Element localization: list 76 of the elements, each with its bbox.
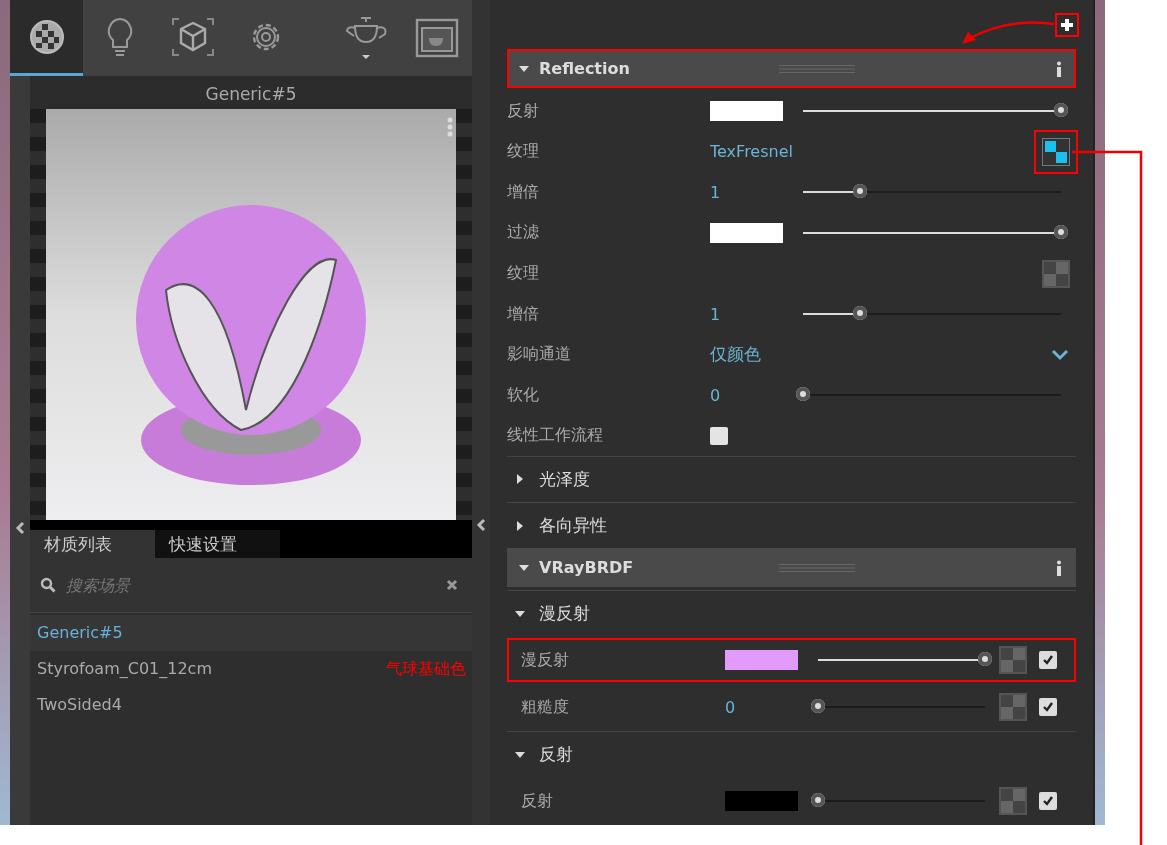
collapse-left-icon[interactable] xyxy=(15,521,25,535)
texture-link[interactable]: TexFresnel xyxy=(710,142,793,162)
property-label: 纹理 xyxy=(507,141,540,163)
checkbox[interactable] xyxy=(710,426,728,445)
search-input[interactable]: 搜索场景 xyxy=(64,574,438,596)
list-tab[interactable]: 材质列表 xyxy=(30,530,155,558)
checkbox[interactable] xyxy=(1039,792,1057,811)
slider-thumb[interactable] xyxy=(852,306,867,321)
color-swatch[interactable] xyxy=(725,791,798,812)
grip-icon xyxy=(779,63,855,74)
preview-title: Generic#5 xyxy=(204,83,298,106)
material-list-item[interactable]: TwoSided4 xyxy=(30,687,122,723)
section-title: Reflection xyxy=(539,59,631,79)
property-label: 反射 xyxy=(521,790,554,812)
triangle-icon xyxy=(515,749,525,760)
triangle-icon xyxy=(515,608,525,619)
more-icon[interactable] xyxy=(1056,60,1062,77)
group-header[interactable]: 漫反射 xyxy=(507,589,1076,637)
color-swatch[interactable] xyxy=(725,650,798,671)
dropdown-value[interactable]: 仅颜色 xyxy=(710,343,761,367)
toolbar-tab[interactable] xyxy=(10,0,83,76)
property-label: 粗糙度 xyxy=(521,697,570,718)
slider-thumb[interactable] xyxy=(1054,103,1068,117)
collapse-left-icon[interactable] xyxy=(476,518,486,532)
slider-thumb[interactable] xyxy=(811,793,825,808)
property-label: 软化 xyxy=(507,384,540,406)
property-value[interactable]: 1 xyxy=(710,304,795,324)
property-label: 线性工作流程 xyxy=(507,425,604,447)
checkbox[interactable] xyxy=(1039,698,1057,717)
group-header[interactable]: 反射 xyxy=(507,731,1076,778)
plus-icon xyxy=(1060,17,1074,32)
texture-map-button[interactable] xyxy=(1042,137,1070,166)
property-label: 纹理 xyxy=(507,263,540,285)
slider-thumb[interactable] xyxy=(796,387,810,402)
property-label: 过滤 xyxy=(507,222,540,244)
light-bulb-icon xyxy=(105,16,134,57)
check-icon xyxy=(1042,795,1054,808)
section-title: VRayBRDF xyxy=(539,558,635,578)
material-list-item[interactable]: Styrofoam_C01_12cm xyxy=(30,651,212,687)
property-label: 增倍 xyxy=(507,303,540,325)
chevron-down-icon[interactable] xyxy=(1051,348,1069,361)
cube-icon xyxy=(170,16,215,57)
slider-thumb[interactable] xyxy=(852,184,867,199)
triangle-icon xyxy=(519,63,529,74)
annotation-note: 气球基础色 xyxy=(386,658,466,680)
color-swatch[interactable] xyxy=(710,101,783,121)
group-header[interactable]: 光泽度 xyxy=(507,455,1076,503)
triangle-icon xyxy=(519,562,529,573)
property-label: 增倍 xyxy=(507,181,540,203)
search-field[interactable]: 搜索场景 xyxy=(30,558,472,613)
search-icon xyxy=(40,577,56,593)
render-window-icon xyxy=(415,18,459,58)
property-value[interactable]: 1 xyxy=(710,182,795,202)
list-tab[interactable]: 快速设置 xyxy=(155,530,280,558)
clear-icon[interactable] xyxy=(446,579,458,591)
checker-sphere-icon xyxy=(27,17,66,56)
property-value[interactable]: 0 xyxy=(710,385,795,405)
color-swatch[interactable] xyxy=(710,222,783,243)
property-label: 反射 xyxy=(507,100,540,122)
slider-thumb[interactable] xyxy=(978,652,992,667)
triangle-icon xyxy=(515,520,525,531)
property-label: 影响通道 xyxy=(507,344,572,366)
slider-thumb[interactable] xyxy=(811,699,825,714)
slider-thumb[interactable] xyxy=(1054,224,1068,239)
add-button[interactable] xyxy=(1055,12,1079,37)
property-value[interactable]: 0 xyxy=(725,698,810,717)
property-label: 漫反射 xyxy=(521,649,570,671)
section-header[interactable]: VRayBRDF xyxy=(507,548,1076,587)
check-icon xyxy=(1042,654,1054,667)
check-icon xyxy=(1042,701,1054,714)
more-icon[interactable] xyxy=(1056,559,1062,576)
checkbox[interactable] xyxy=(1039,651,1057,670)
material-list-item[interactable]: Generic#5 xyxy=(30,615,472,651)
triangle-icon xyxy=(515,474,525,485)
grip-icon xyxy=(779,562,855,573)
section-header[interactable]: Reflection xyxy=(507,49,1076,88)
